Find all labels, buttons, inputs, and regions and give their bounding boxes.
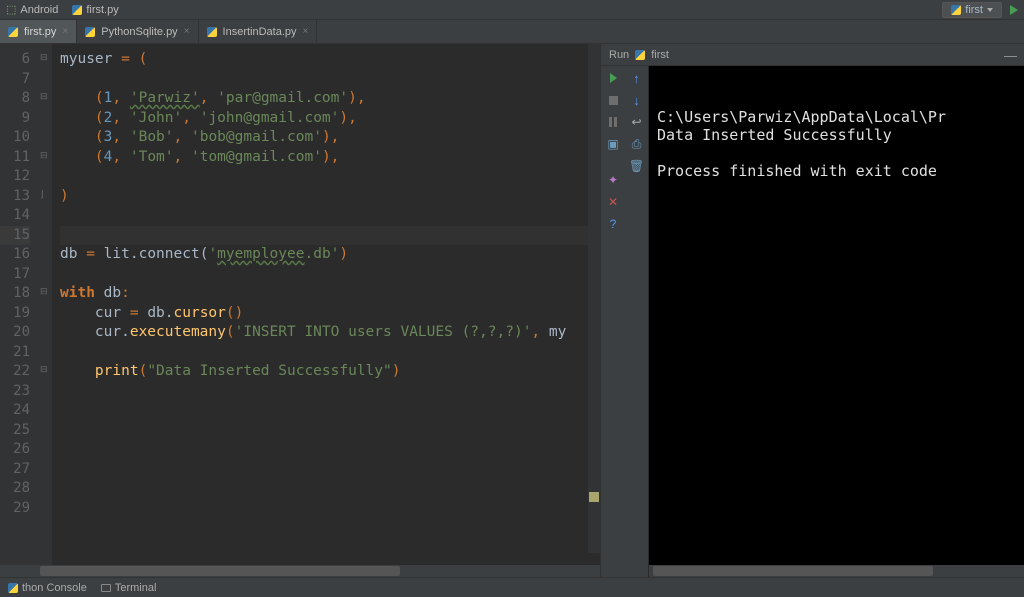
top-toolbar: ⬚ Android first.py first [0, 0, 1024, 20]
python-file-label: first.py [86, 4, 118, 16]
python-console-item[interactable]: thon Console [8, 582, 87, 594]
bottom-label: thon Console [22, 582, 87, 594]
rerun-button[interactable] [605, 70, 621, 86]
pause-button[interactable] [605, 114, 621, 130]
tab-first[interactable]: first.py × [0, 20, 77, 43]
scroll-thumb[interactable] [40, 566, 400, 576]
python-icon [72, 5, 82, 15]
soft-wrap-button[interactable]: ↩ [629, 114, 645, 130]
console-output[interactable]: C:\Users\Parwiz\AppData\Local\PrData Ins… [649, 66, 1024, 577]
run-config-name: first [651, 49, 669, 61]
python-icon [207, 27, 217, 37]
run-action-bar: ▣ ✦ ✕ ? [601, 66, 625, 577]
terminal-item[interactable]: Terminal [101, 582, 157, 594]
terminal-icon [101, 584, 111, 592]
run-header-label: Run [609, 49, 629, 61]
stop-button[interactable] [605, 92, 621, 108]
scroll-thumb[interactable] [653, 566, 933, 576]
bottom-tool-bar: thon Console Terminal [0, 577, 1024, 597]
code-editor[interactable]: 6789101112131415161718192021222324252627… [0, 44, 600, 577]
tab-pythonsqlite[interactable]: PythonSqlite.py × [77, 20, 198, 43]
layout-button[interactable]: ▣ [605, 136, 621, 152]
line-gutter: 6789101112131415161718192021222324252627… [0, 44, 38, 565]
close-icon[interactable]: × [184, 26, 190, 37]
chevron-down-icon [987, 8, 993, 12]
run-action-bar-2: ↑ ↓ ↩ ⎙ 🗑 [625, 66, 649, 577]
minimize-icon[interactable]: — [1004, 48, 1018, 62]
android-label: Android [20, 4, 58, 16]
python-icon [635, 50, 645, 60]
run-config-dropdown[interactable]: first [942, 2, 1002, 18]
overview-ruler[interactable] [588, 44, 600, 553]
fold-column: ⊟⊟⊟⌋⊟⊟ [38, 44, 52, 565]
android-item[interactable]: ⬚ Android [6, 3, 58, 16]
clear-button[interactable]: 🗑 [629, 158, 645, 174]
run-tool-window: Run first — ▣ ✦ ✕ ? ↑ ↓ ↩ ⎙ 🗑 [600, 44, 1024, 577]
help-button[interactable]: ? [605, 216, 621, 232]
close-icon[interactable]: × [303, 26, 309, 37]
python-icon [8, 27, 18, 37]
down-button[interactable]: ↓ [629, 92, 645, 108]
up-button[interactable]: ↑ [629, 70, 645, 86]
run-config-label: first [965, 4, 983, 16]
python-icon [8, 583, 18, 593]
bottom-label: Terminal [115, 582, 157, 594]
editor-tabs: first.py × PythonSqlite.py × InsertinDat… [0, 20, 1024, 44]
python-file-item[interactable]: first.py [72, 4, 118, 16]
python-icon [85, 27, 95, 37]
ruler-marker [589, 492, 599, 502]
main-split: 6789101112131415161718192021222324252627… [0, 44, 1024, 577]
tab-label: InsertinData.py [223, 26, 297, 38]
close-button[interactable]: ✕ [605, 194, 621, 210]
code-text[interactable]: myuser = ( (1, 'Parwiz', 'par@gmail.com'… [52, 44, 600, 565]
close-icon[interactable]: × [62, 26, 68, 37]
tab-label: PythonSqlite.py [101, 26, 177, 38]
run-button[interactable] [1010, 5, 1018, 15]
pin-button[interactable]: ✦ [605, 172, 621, 188]
tab-insertindata[interactable]: InsertinData.py × [199, 20, 318, 43]
python-icon [951, 5, 961, 15]
print-button[interactable]: ⎙ [629, 136, 645, 152]
console-h-scrollbar[interactable] [649, 565, 1024, 577]
editor-h-scrollbar[interactable] [0, 565, 600, 577]
tab-label: first.py [24, 26, 56, 38]
run-header: Run first — [601, 44, 1024, 66]
